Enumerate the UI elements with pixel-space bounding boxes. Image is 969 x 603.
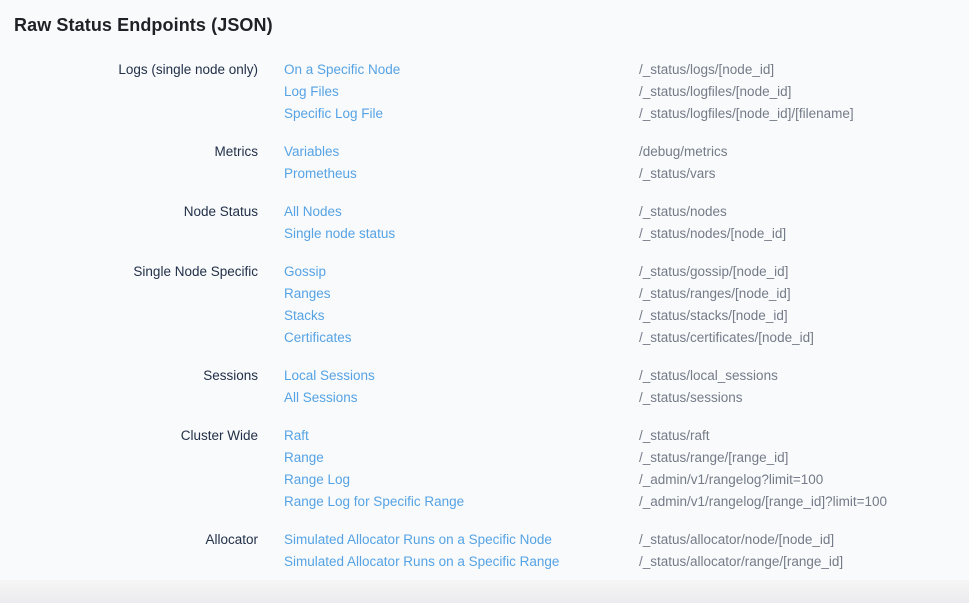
category-label: Metrics <box>14 141 258 163</box>
endpoint-link[interactable]: Stacks <box>284 305 639 327</box>
endpoint-path: /debug/metrics <box>639 141 728 163</box>
endpoint-link[interactable]: Raft <box>284 425 639 447</box>
endpoint-path: /_status/logs/[node_id] <box>639 59 774 81</box>
endpoint-section: Allocator Simulated Allocator Runs on a … <box>14 529 969 573</box>
endpoint-row: Gossip /_status/gossip/[node_id] <box>258 261 814 283</box>
endpoint-path: /_status/stacks/[node_id] <box>639 305 788 327</box>
endpoint-link[interactable]: All Sessions <box>284 387 639 409</box>
endpoint-path: /_admin/v1/rangelog/[range_id]?limit=100 <box>639 491 887 513</box>
endpoint-row: Single node status /_status/nodes/[node_… <box>258 223 786 245</box>
endpoint-section: Metrics Variables /debug/metrics Prometh… <box>14 141 969 185</box>
endpoint-rows: Gossip /_status/gossip/[node_id] Ranges … <box>258 261 814 349</box>
endpoint-link[interactable]: Prometheus <box>284 163 639 185</box>
endpoint-rows: All Nodes /_status/nodes Single node sta… <box>258 201 786 245</box>
debug-endpoints-page: Raw Status Endpoints (JSON) Logs (single… <box>0 0 969 603</box>
endpoint-path: /_status/nodes <box>639 201 727 223</box>
endpoint-rows: Variables /debug/metrics Prometheus /_st… <box>258 141 728 185</box>
endpoint-link[interactable]: Certificates <box>284 327 639 349</box>
endpoint-path: /_status/nodes/[node_id] <box>639 223 786 245</box>
endpoint-path: /_status/local_sessions <box>639 365 778 387</box>
endpoint-link[interactable]: Local Sessions <box>284 365 639 387</box>
endpoint-path: /_status/sessions <box>639 387 743 409</box>
endpoint-row: Prometheus /_status/vars <box>258 163 728 185</box>
endpoint-row: Certificates /_status/certificates/[node… <box>258 327 814 349</box>
category-label: Allocator <box>14 529 258 551</box>
endpoint-path: /_status/range/[range_id] <box>639 447 788 469</box>
endpoint-section: Cluster Wide Raft /_status/raft Range /_… <box>14 425 969 513</box>
endpoint-link[interactable]: Gossip <box>284 261 639 283</box>
endpoint-row: Specific Log File /_status/logfiles/[nod… <box>258 103 854 125</box>
endpoint-rows: Raft /_status/raft Range /_status/range/… <box>258 425 887 513</box>
endpoint-row: Ranges /_status/ranges/[node_id] <box>258 283 814 305</box>
endpoint-row: Local Sessions /_status/local_sessions <box>258 365 778 387</box>
endpoint-path: /_status/raft <box>639 425 710 447</box>
endpoint-path: /_status/ranges/[node_id] <box>639 283 791 305</box>
page-title: Raw Status Endpoints (JSON) <box>0 0 969 37</box>
endpoint-path: /_status/logfiles/[node_id]/[filename] <box>639 103 854 125</box>
endpoint-section: Node Status All Nodes /_status/nodes Sin… <box>14 201 969 245</box>
category-label: Logs (single node only) <box>14 59 258 81</box>
endpoint-sections-list: Logs (single node only) On a Specific No… <box>0 59 969 573</box>
endpoint-rows: Simulated Allocator Runs on a Specific N… <box>258 529 843 573</box>
endpoint-path: /_status/allocator/range/[range_id] <box>639 551 843 573</box>
endpoint-link[interactable]: On a Specific Node <box>284 59 639 81</box>
endpoint-row: Log Files /_status/logfiles/[node_id] <box>258 81 854 103</box>
endpoint-link[interactable]: Simulated Allocator Runs on a Specific N… <box>284 529 639 551</box>
endpoint-rows: On a Specific Node /_status/logs/[node_i… <box>258 59 854 125</box>
endpoint-path: /_status/allocator/node/[node_id] <box>639 529 834 551</box>
endpoint-link[interactable]: Ranges <box>284 283 639 305</box>
endpoint-row: Simulated Allocator Runs on a Specific N… <box>258 529 843 551</box>
endpoint-row: Stacks /_status/stacks/[node_id] <box>258 305 814 327</box>
endpoint-link[interactable]: Range <box>284 447 639 469</box>
endpoint-row: Range Log /_admin/v1/rangelog?limit=100 <box>258 469 887 491</box>
endpoint-section: Logs (single node only) On a Specific No… <box>14 59 969 125</box>
endpoint-row: Raft /_status/raft <box>258 425 887 447</box>
category-label: Sessions <box>14 365 258 387</box>
endpoint-link[interactable]: Specific Log File <box>284 103 639 125</box>
category-label: Single Node Specific <box>14 261 258 283</box>
category-label: Node Status <box>14 201 258 223</box>
endpoint-path: /_status/logfiles/[node_id] <box>639 81 791 103</box>
endpoint-link[interactable]: All Nodes <box>284 201 639 223</box>
endpoint-row: All Sessions /_status/sessions <box>258 387 778 409</box>
endpoint-row: Variables /debug/metrics <box>258 141 728 163</box>
endpoint-section: Sessions Local Sessions /_status/local_s… <box>14 365 969 409</box>
endpoint-link[interactable]: Range Log for Specific Range <box>284 491 639 513</box>
endpoint-path: /_status/vars <box>639 163 716 185</box>
endpoint-path: /_admin/v1/rangelog?limit=100 <box>639 469 823 491</box>
endpoint-row: Range /_status/range/[range_id] <box>258 447 887 469</box>
category-label: Cluster Wide <box>14 425 258 447</box>
endpoint-row: All Nodes /_status/nodes <box>258 201 786 223</box>
endpoint-link[interactable]: Log Files <box>284 81 639 103</box>
endpoint-rows: Local Sessions /_status/local_sessions A… <box>258 365 778 409</box>
endpoint-path: /_status/certificates/[node_id] <box>639 327 814 349</box>
endpoint-row: Range Log for Specific Range /_admin/v1/… <box>258 491 887 513</box>
endpoint-link[interactable]: Range Log <box>284 469 639 491</box>
bottom-shadow <box>0 580 969 603</box>
endpoint-section: Single Node Specific Gossip /_status/gos… <box>14 261 969 349</box>
endpoint-row: On a Specific Node /_status/logs/[node_i… <box>258 59 854 81</box>
endpoint-link[interactable]: Single node status <box>284 223 639 245</box>
endpoint-path: /_status/gossip/[node_id] <box>639 261 788 283</box>
endpoint-link[interactable]: Variables <box>284 141 639 163</box>
endpoint-row: Simulated Allocator Runs on a Specific R… <box>258 551 843 573</box>
endpoint-link[interactable]: Simulated Allocator Runs on a Specific R… <box>284 551 639 573</box>
